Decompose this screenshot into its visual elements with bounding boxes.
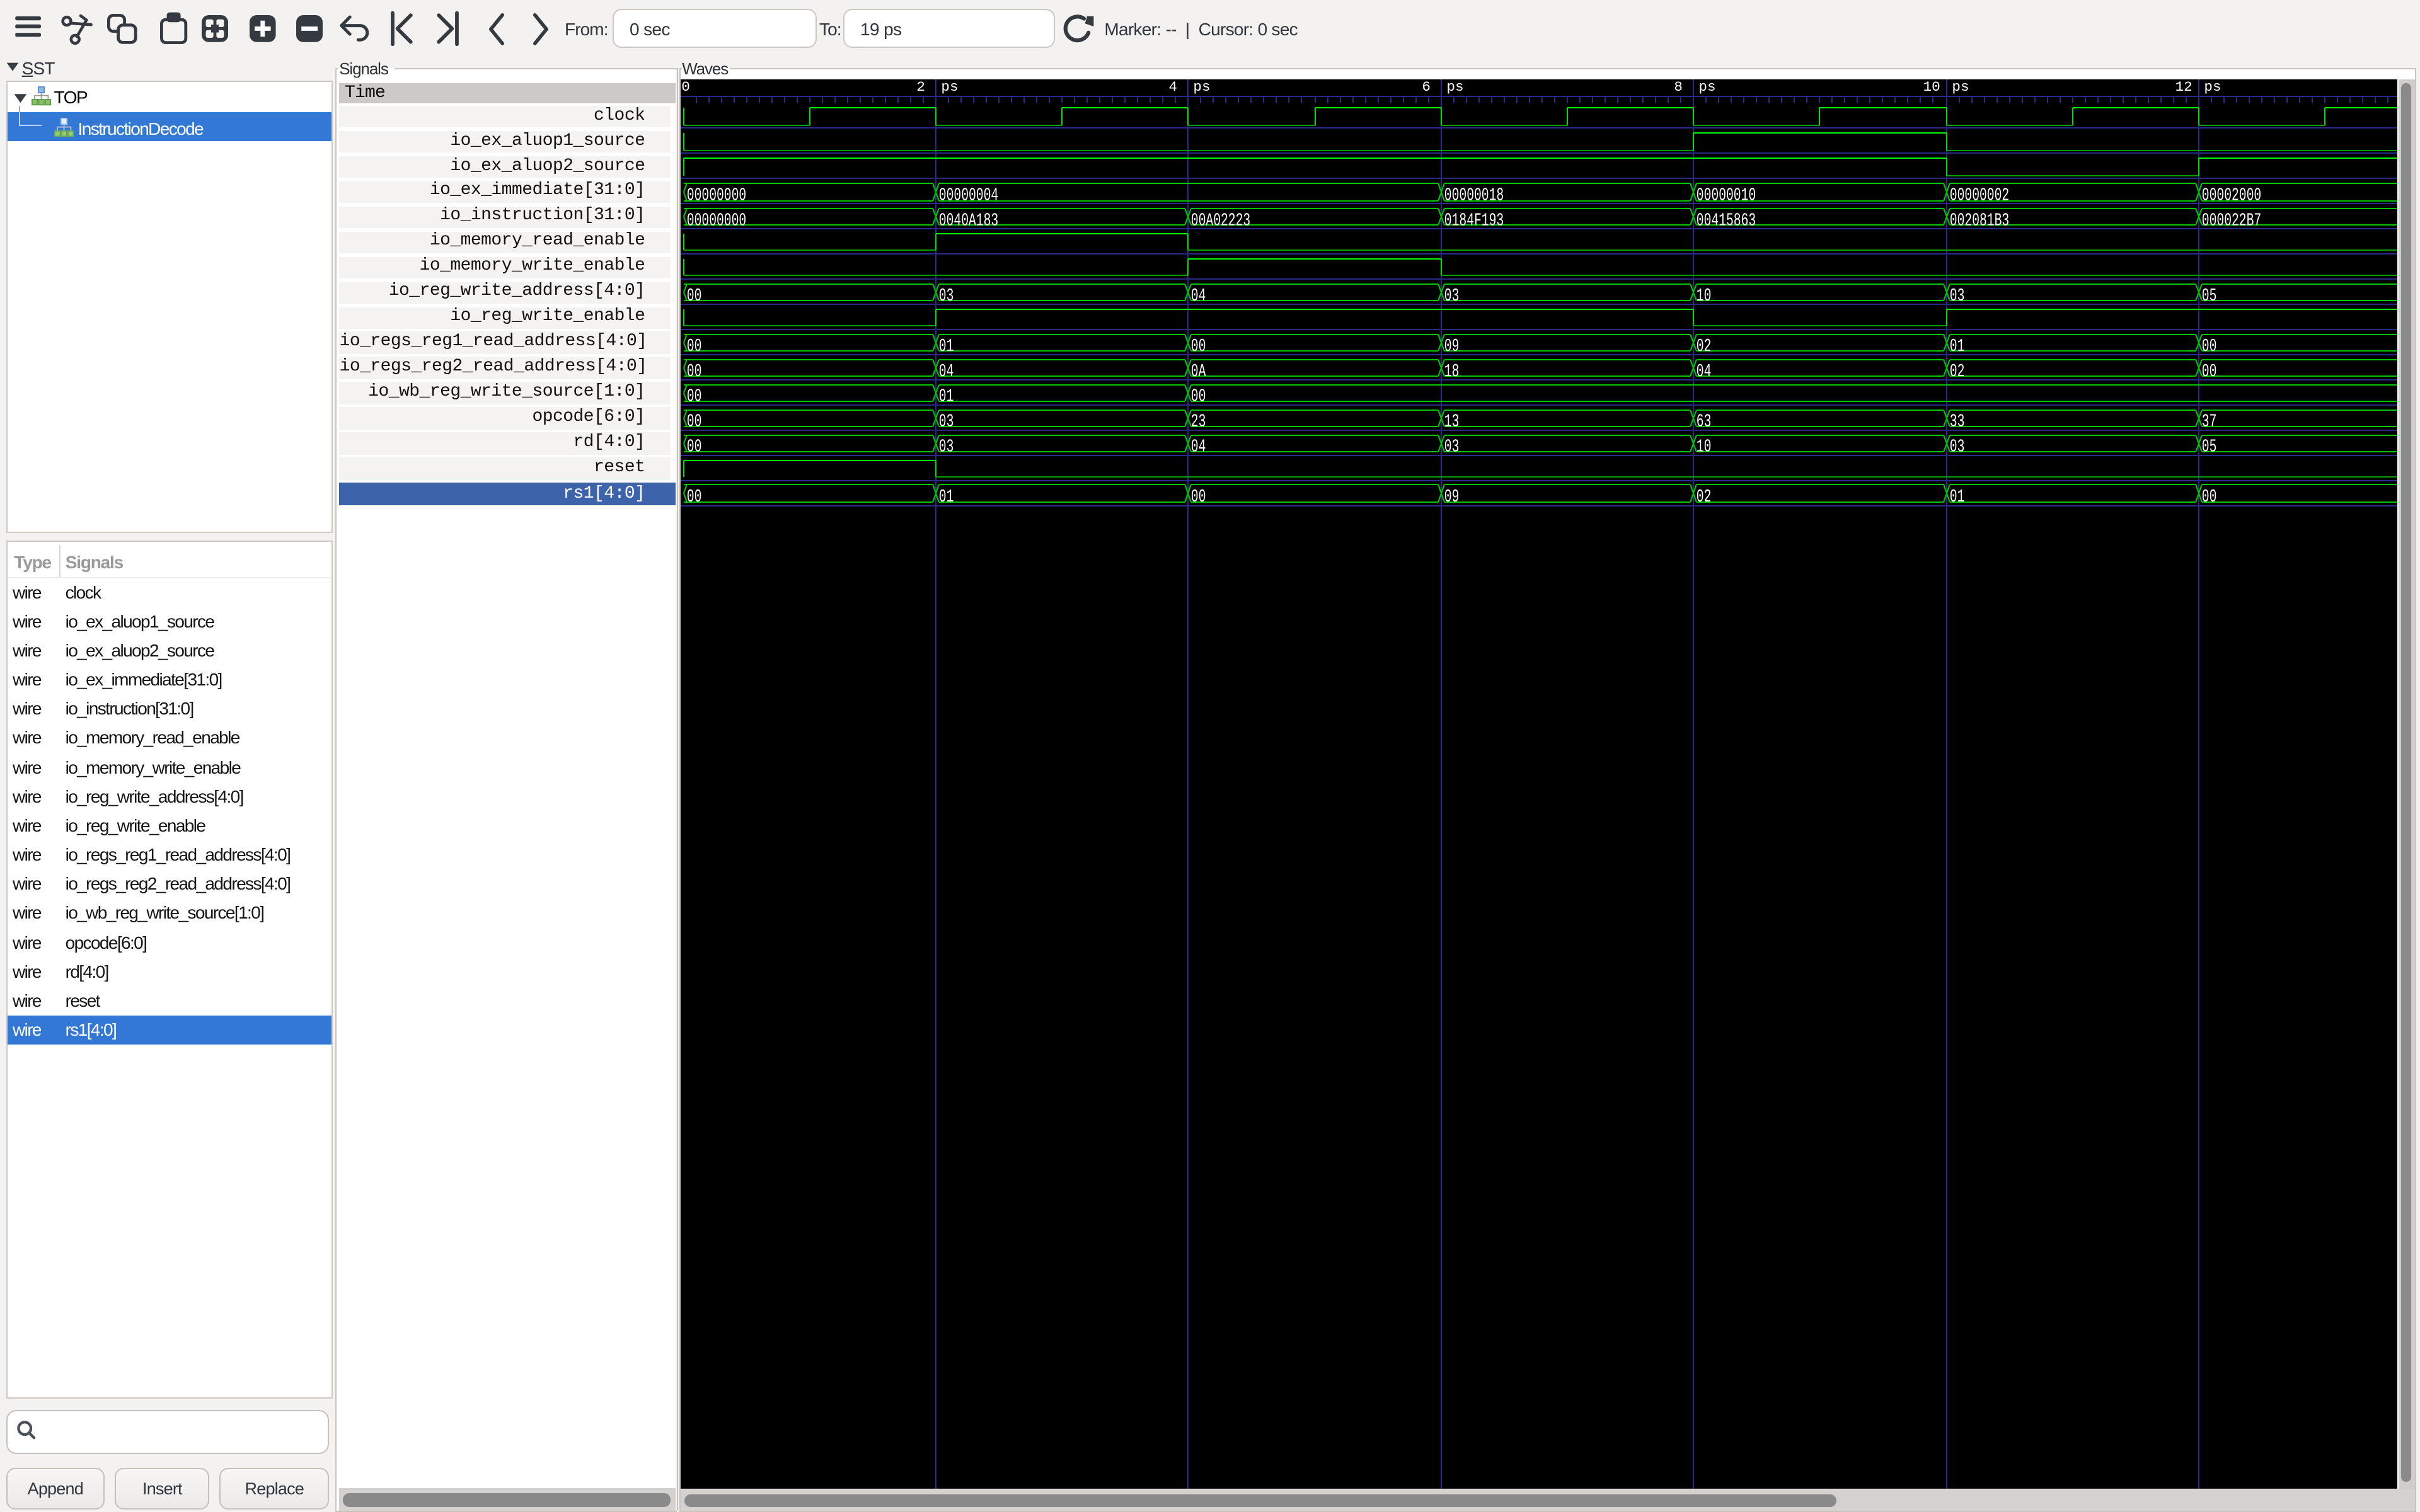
svg-text:00: 00 — [1191, 336, 1206, 357]
svg-text:01: 01 — [1950, 336, 1965, 357]
svg-text:00: 00 — [687, 486, 702, 507]
svg-text:ps: ps — [2204, 79, 2221, 95]
svg-text:ps: ps — [1446, 79, 1463, 95]
svg-text:00: 00 — [687, 285, 702, 306]
svg-text:00A02223: 00A02223 — [1191, 210, 1250, 231]
svg-text:00: 00 — [2202, 336, 2217, 357]
svg-text:00000000: 00000000 — [687, 185, 746, 206]
svg-text:6: 6 — [1422, 79, 1431, 95]
svg-text:10: 10 — [1697, 436, 1712, 457]
svg-text:00: 00 — [2202, 361, 2217, 382]
svg-text:0: 0 — [681, 79, 690, 95]
svg-text:4: 4 — [1168, 79, 1177, 95]
svg-text:03: 03 — [939, 436, 954, 457]
svg-text:18: 18 — [1444, 361, 1460, 382]
svg-text:10: 10 — [1697, 285, 1712, 306]
svg-text:00: 00 — [687, 361, 702, 382]
svg-text:03: 03 — [1950, 436, 1965, 457]
svg-text:000022B7: 000022B7 — [2202, 210, 2261, 231]
svg-text:04: 04 — [1191, 285, 1206, 306]
svg-text:01: 01 — [1950, 486, 1965, 507]
svg-text:8: 8 — [1674, 79, 1683, 95]
svg-text:002081B3: 002081B3 — [1950, 210, 2009, 231]
svg-text:04: 04 — [1697, 361, 1712, 382]
svg-text:12: 12 — [2175, 79, 2192, 95]
svg-text:05: 05 — [2202, 436, 2217, 457]
svg-text:03: 03 — [939, 285, 954, 306]
svg-text:02: 02 — [1697, 486, 1712, 507]
svg-text:ps: ps — [1952, 79, 1969, 95]
svg-text:63: 63 — [1697, 411, 1712, 432]
svg-text:00000000: 00000000 — [687, 210, 746, 231]
svg-text:00000010: 00000010 — [1697, 185, 1756, 206]
svg-text:ps: ps — [941, 79, 958, 95]
svg-text:01: 01 — [939, 336, 954, 357]
svg-text:03: 03 — [939, 411, 954, 432]
svg-text:09: 09 — [1444, 336, 1460, 357]
svg-text:37: 37 — [2202, 411, 2217, 432]
svg-text:01: 01 — [939, 386, 954, 407]
svg-text:23: 23 — [1191, 411, 1206, 432]
svg-text:0184F193: 0184F193 — [1444, 210, 1504, 231]
svg-text:02: 02 — [1697, 336, 1712, 357]
svg-text:01: 01 — [939, 486, 954, 507]
svg-text:00: 00 — [2202, 486, 2217, 507]
svg-text:02: 02 — [1950, 361, 1965, 382]
svg-text:2: 2 — [916, 79, 925, 95]
svg-text:00: 00 — [1191, 386, 1206, 407]
svg-text:03: 03 — [1950, 285, 1965, 306]
svg-text:13: 13 — [1444, 411, 1460, 432]
svg-text:00: 00 — [687, 386, 702, 407]
svg-text:04: 04 — [939, 361, 954, 382]
svg-text:03: 03 — [1444, 436, 1460, 457]
svg-text:ps: ps — [1193, 79, 1210, 95]
svg-text:0040A183: 0040A183 — [939, 210, 998, 231]
svg-text:00000004: 00000004 — [939, 185, 998, 206]
svg-text:0A: 0A — [1191, 361, 1206, 382]
svg-text:00000018: 00000018 — [1444, 185, 1504, 206]
svg-text:10: 10 — [1923, 79, 1940, 95]
svg-text:00: 00 — [687, 411, 702, 432]
svg-text:00: 00 — [1191, 486, 1206, 507]
svg-text:00002000: 00002000 — [2202, 185, 2261, 206]
svg-text:ps: ps — [1698, 79, 1715, 95]
svg-text:05: 05 — [2202, 285, 2217, 306]
svg-text:00: 00 — [687, 336, 702, 357]
svg-text:00000002: 00000002 — [1950, 185, 2009, 206]
svg-text:00: 00 — [687, 436, 702, 457]
svg-text:03: 03 — [1444, 285, 1460, 306]
svg-text:04: 04 — [1191, 436, 1206, 457]
svg-text:33: 33 — [1950, 411, 1965, 432]
svg-text:09: 09 — [1444, 486, 1460, 507]
svg-text:00415863: 00415863 — [1697, 210, 1756, 231]
